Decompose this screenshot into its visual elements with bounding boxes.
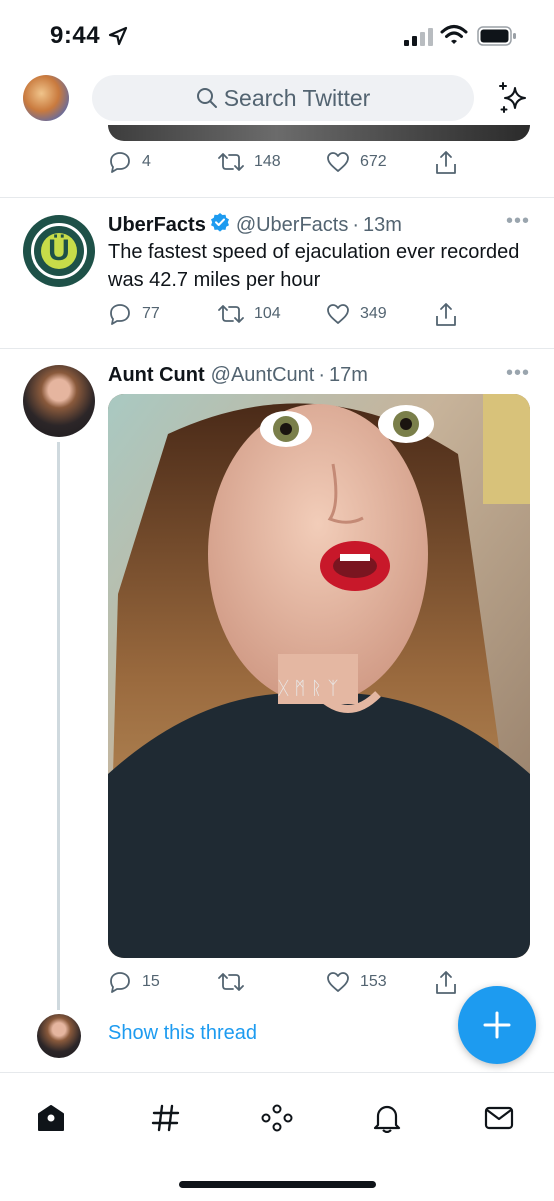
retweet-icon [218,153,244,171]
cellular-signal-icon [404,28,434,51]
auntcunt-avatar[interactable] [23,365,95,437]
tweet-header: UberFacts @UberFacts · 13m [108,212,402,238]
reply-button[interactable]: 15 [108,970,160,994]
top-header: Search Twitter [0,72,554,128]
reply-icon [110,972,130,993]
retweet-button[interactable]: 104 [218,302,281,326]
heart-icon [327,152,349,172]
share-button[interactable] [434,970,468,996]
wifi-icon [440,24,468,51]
share-button[interactable] [434,302,468,328]
share-icon [436,303,456,326]
battery-icon [477,25,517,52]
tweet-actions: 15 153 [108,970,468,1000]
display-name[interactable]: Aunt Cunt [108,364,205,387]
thread-line [57,442,60,1010]
more-options-icon[interactable]: ••• [506,210,530,233]
tweet-time[interactable]: 17m [329,364,368,387]
heart-icon [327,972,349,992]
location-arrow-icon [108,26,128,51]
verified-badge-icon [210,212,230,238]
reply-count: 4 [142,153,151,170]
status-time: 9:44 [50,22,101,49]
tweet-time[interactable]: 13m [363,214,402,237]
tweet-divider [0,197,554,198]
notifications-bell-icon[interactable] [372,1103,402,1138]
like-count: 153 [360,973,387,990]
messages-mail-icon[interactable] [484,1103,514,1138]
thread-avatar[interactable] [37,1014,81,1058]
reply-icon [110,304,130,325]
status-bar: 9:44 [0,0,554,72]
plus-icon [483,1011,511,1039]
spaces-icon[interactable] [261,1103,293,1138]
tweet-actions: 77 104 349 [108,302,468,332]
tweet-header: Aunt Cunt @AuntCunt · 17m [108,364,368,387]
share-button[interactable] [434,150,468,176]
more-options-icon[interactable]: ••• [506,362,530,385]
retweet-count: 148 [254,153,281,170]
tweet-divider [0,348,554,349]
retweet-button[interactable] [218,970,254,994]
tweet-actions: 4 148 672 [108,150,468,180]
search-icon [196,88,217,108]
show-thread-link[interactable]: Show this thread [108,1022,257,1045]
profile-avatar[interactable] [23,75,69,121]
handle[interactable]: @UberFacts [236,214,349,237]
retweet-button[interactable]: 148 [218,150,281,174]
reply-icon [110,152,130,173]
home-indicator [179,1181,376,1188]
retweet-icon [218,305,244,323]
retweet-count: 104 [254,305,281,322]
heart-icon [327,304,349,324]
tweet-text: The fastest speed of ejaculation ever re… [108,241,520,291]
sparkle-timeline-icon[interactable] [495,80,531,121]
reply-button[interactable]: 4 [108,150,151,174]
reply-count: 77 [142,305,160,322]
tweet-image-partial[interactable] [108,125,530,141]
share-icon [436,151,456,174]
search-placeholder: Search Twitter [223,84,371,111]
display-name[interactable]: UberFacts [108,214,206,237]
reply-count: 15 [142,973,160,990]
like-button[interactable]: 153 [326,970,387,994]
explore-hashtag-icon[interactable] [151,1103,181,1138]
like-button[interactable]: 349 [326,302,387,326]
home-icon[interactable] [36,1103,66,1138]
tweet-photo[interactable]: ᚷ ᛗ ᚱ ᛉ [108,394,530,958]
handle[interactable]: @AuntCunt [211,364,315,387]
like-count: 672 [360,153,387,170]
like-button[interactable]: 672 [326,150,387,174]
share-icon [436,971,456,994]
like-count: 349 [360,305,387,322]
reply-button[interactable]: 77 [108,302,160,326]
search-bar[interactable]: Search Twitter [92,75,474,121]
retweet-icon [218,973,244,991]
compose-tweet-button[interactable] [458,986,536,1064]
svg-text:ᚷ ᛗ ᚱ ᛉ: ᚷ ᛗ ᚱ ᛉ [278,678,339,699]
uberfacts-avatar[interactable]: Ü [23,215,95,287]
